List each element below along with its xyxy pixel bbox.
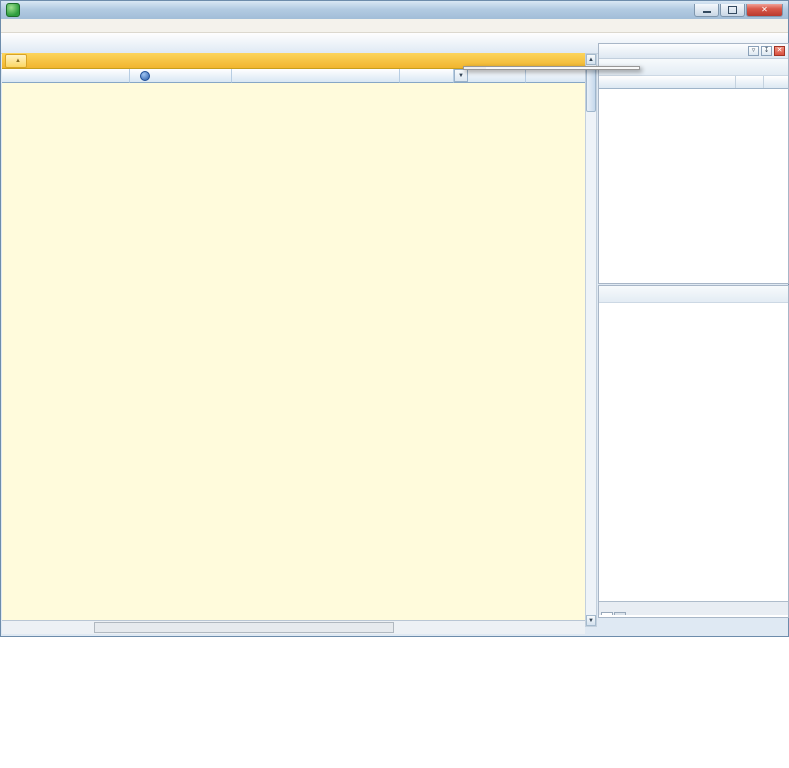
grid-status-bar [2, 620, 585, 634]
window-buttons: ✕ [694, 4, 783, 17]
grid-column-headers: ▼ [2, 69, 585, 83]
tab-navigation-bar[interactable] [614, 612, 626, 615]
total-column[interactable] [764, 76, 788, 88]
categories-grid-header [599, 76, 788, 89]
close-button[interactable]: ✕ [746, 4, 783, 17]
panel-close-icon[interactable]: ✕ [774, 46, 785, 56]
title-bar: ✕ [1, 1, 788, 19]
task-list [2, 83, 585, 620]
screenshot-canvas: ✕ ▲ ▼ ▲ ▼ [0, 0, 789, 768]
scroll-up-button[interactable]: ▲ [586, 54, 596, 65]
scrollbar-thumb[interactable] [586, 66, 596, 112]
filters-bar-panel [598, 285, 789, 618]
categories-bar-panel: ▿ ↧ ✕ [598, 43, 789, 284]
minimize-button[interactable] [694, 4, 719, 17]
column-header-name[interactable] [232, 69, 400, 83]
task-count [94, 622, 394, 633]
column-header-done[interactable] [2, 69, 130, 83]
autohide-icon[interactable]: ▿ [748, 46, 759, 56]
priority-dot-icon [140, 71, 150, 81]
scroll-down-button[interactable]: ▼ [586, 615, 596, 626]
maximize-icon [728, 6, 737, 14]
vertical-scrollbar[interactable]: ▲ ▼ [585, 53, 597, 627]
tab-filters-bar[interactable] [601, 612, 613, 615]
minimize-icon [703, 11, 711, 13]
category-name-column[interactable] [599, 76, 736, 88]
undone-column[interactable] [736, 76, 764, 88]
group-by-category-button[interactable]: ▲ [5, 54, 27, 68]
menu-bar [1, 19, 788, 33]
sort-ascending-icon: ▲ [15, 58, 21, 64]
task-context-menu [463, 66, 640, 70]
app-icon [6, 3, 20, 17]
column-header-info[interactable] [130, 69, 232, 83]
categories-bar-caption: ▿ ↧ ✕ [599, 44, 788, 59]
column-header-priority[interactable] [400, 69, 454, 83]
close-icon: ✕ [761, 6, 768, 14]
filters-toolbar [599, 286, 788, 303]
pin-icon[interactable]: ↧ [761, 46, 772, 56]
panel-buttons: ▿ ↧ ✕ [748, 46, 785, 56]
panel-tabs [599, 601, 788, 615]
maximize-button[interactable] [720, 4, 745, 17]
app-window: ✕ ▲ ▼ ▲ ▼ [0, 0, 789, 637]
column-header-percent[interactable] [526, 69, 585, 83]
column-chooser-button[interactable]: ▼ [454, 69, 468, 82]
